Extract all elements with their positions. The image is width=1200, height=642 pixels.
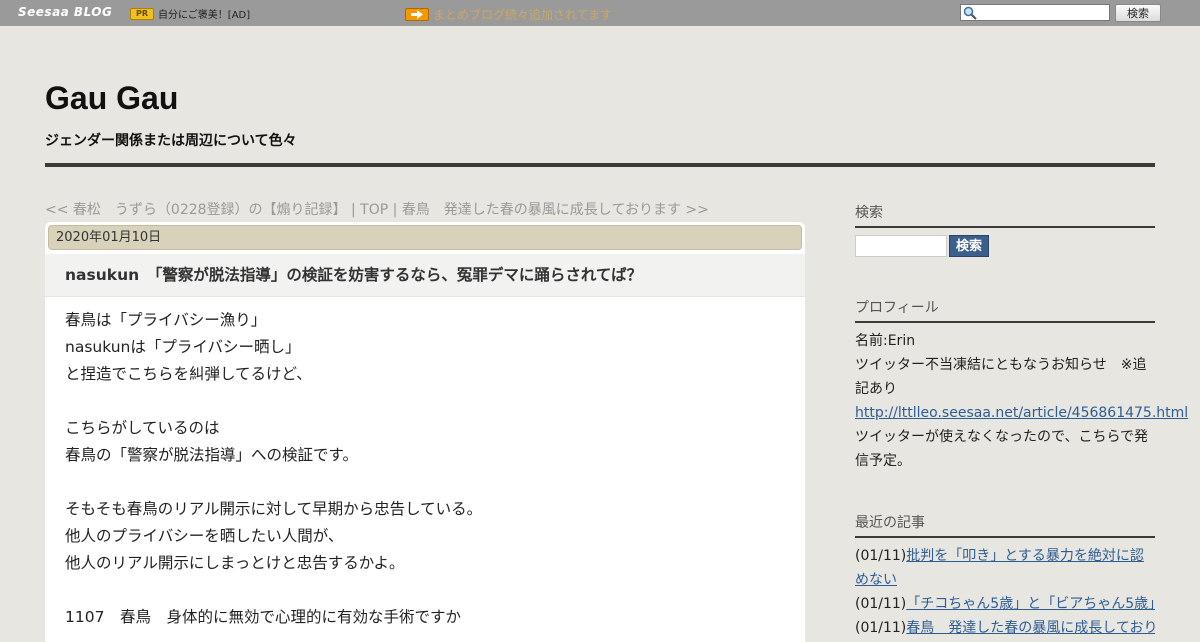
body-line: 他人のリアル開示にしまっとけと忠告するかよ。	[65, 554, 405, 572]
sidebar-search-input[interactable]	[855, 235, 947, 257]
site-title[interactable]: Gau Gau	[45, 80, 178, 117]
recent-item: (01/11)批判を「叩き」とする暴力を絶対に認めない	[855, 544, 1155, 592]
next-article-link[interactable]: 春鳥 発達した春の暴風に成長しております >>	[402, 202, 709, 218]
nav-separator: |	[388, 202, 402, 218]
ad-link[interactable]: 自分にご褒美！[AD]	[158, 6, 250, 21]
recent-item: (01/11)「チコちゃん5歳」と「ビアちゃん5歳」	[855, 592, 1155, 616]
body-line	[65, 469, 785, 496]
entry-date: 2020年01月10日	[48, 225, 802, 250]
recent-date: (01/11)	[855, 548, 907, 564]
profile-link[interactable]: http://lttlleo.seesaa.net/article/456861…	[855, 405, 1188, 421]
recent-articles: (01/11)批判を「叩き」とする暴力を絶対に認めない (01/11)「チコちゃ…	[855, 544, 1155, 640]
pr-badge: PR	[130, 8, 154, 20]
body-line	[65, 577, 785, 604]
top-bar: Seesaa BLOG PR 自分にご褒美！[AD] まとめブログ続々追加されて…	[0, 0, 1200, 26]
article-entry: 2020年01月10日 nasukun 「警察が脱法指導」の検証を妨害するなら、…	[45, 222, 805, 642]
body-line: と捏造でこちらを糾弾してるけど、	[65, 365, 312, 383]
top-link[interactable]: TOP	[360, 202, 388, 218]
nav-separator: |	[346, 202, 361, 218]
sidebar-search-button[interactable]: 検索	[949, 235, 989, 257]
profile-name: 名前:Erin	[855, 333, 916, 349]
body-line: そもそも春鳥のリアル開示に対して早期から忠告している。	[65, 500, 483, 518]
profile-notice: ツイッター不当凍結にともなうお知らせ ※追記あり	[855, 357, 1147, 397]
body-line: nasukunは「プライバシー晒し」	[65, 338, 301, 356]
recent-item: (01/11)春鳥 発達した春の暴風に成長しております	[855, 616, 1155, 640]
recent-link[interactable]: 春鳥 発達した春の暴風に成長しております	[906, 620, 1155, 636]
recent-date: (01/11)	[855, 620, 907, 636]
sidebar-profile-heading: プロフィール	[855, 297, 1155, 323]
body-line: 他人のプライバシーを晒したい人間が、	[65, 527, 344, 545]
arrow-right-icon	[405, 8, 429, 21]
body-line: 春鳥は「プライバシー漁り」	[65, 311, 267, 329]
entry-body: 春鳥は「プライバシー漁り」 nasukunは「プライバシー晒し」 と捏造でこちら…	[65, 307, 785, 631]
profile-note: ツイッターが使えなくなったので、こちらで発信予定。	[855, 429, 1149, 469]
top-search-input[interactable]	[979, 5, 1107, 20]
article-nav: << 春松 うずら（0228登録）の【煽り記録】 | TOP | 春鳥 発達した…	[45, 199, 709, 219]
body-line: 1107 春鳥 身体的に無効で心理的に有効な手術ですか	[65, 608, 461, 626]
header-divider	[45, 163, 1155, 167]
site-description: ジェンダー関係または周辺について色々	[45, 133, 297, 149]
profile-section: 名前:Erin ツイッター不当凍結にともなうお知らせ ※追記あり http://…	[855, 329, 1188, 473]
entry-title-band: nasukun 「警察が脱法指導」の検証を妨害するなら、冤罪デマに踊らされてば？	[45, 254, 805, 297]
prev-article-link[interactable]: << 春松 うずら（0228登録）の【煽り記録】	[45, 202, 347, 218]
body-line: こちらがしているのは	[65, 419, 220, 437]
entry-title[interactable]: nasukun 「警察が脱法指導」の検証を妨害するなら、冤罪デマに踊らされてば？	[65, 263, 642, 285]
top-search-button[interactable]: 検索	[1115, 4, 1161, 22]
recent-date: (01/11)	[855, 596, 907, 612]
seesaa-blog-logo[interactable]: Seesaa BLOG	[18, 5, 112, 19]
body-line	[65, 388, 785, 415]
sidebar-recent-heading: 最近の記事	[855, 512, 1155, 538]
recent-link[interactable]: 「チコちゃん5歳」と「ビアちゃん5歳」	[906, 596, 1155, 612]
top-search-field[interactable]	[960, 4, 1110, 21]
notice-link[interactable]: まとめブログ続々追加されてます	[433, 6, 612, 23]
body-line: 春鳥の「警察が脱法指導」への検証です。	[65, 446, 358, 464]
sidebar-search-heading: 検索	[855, 202, 1155, 228]
search-icon	[963, 6, 977, 20]
